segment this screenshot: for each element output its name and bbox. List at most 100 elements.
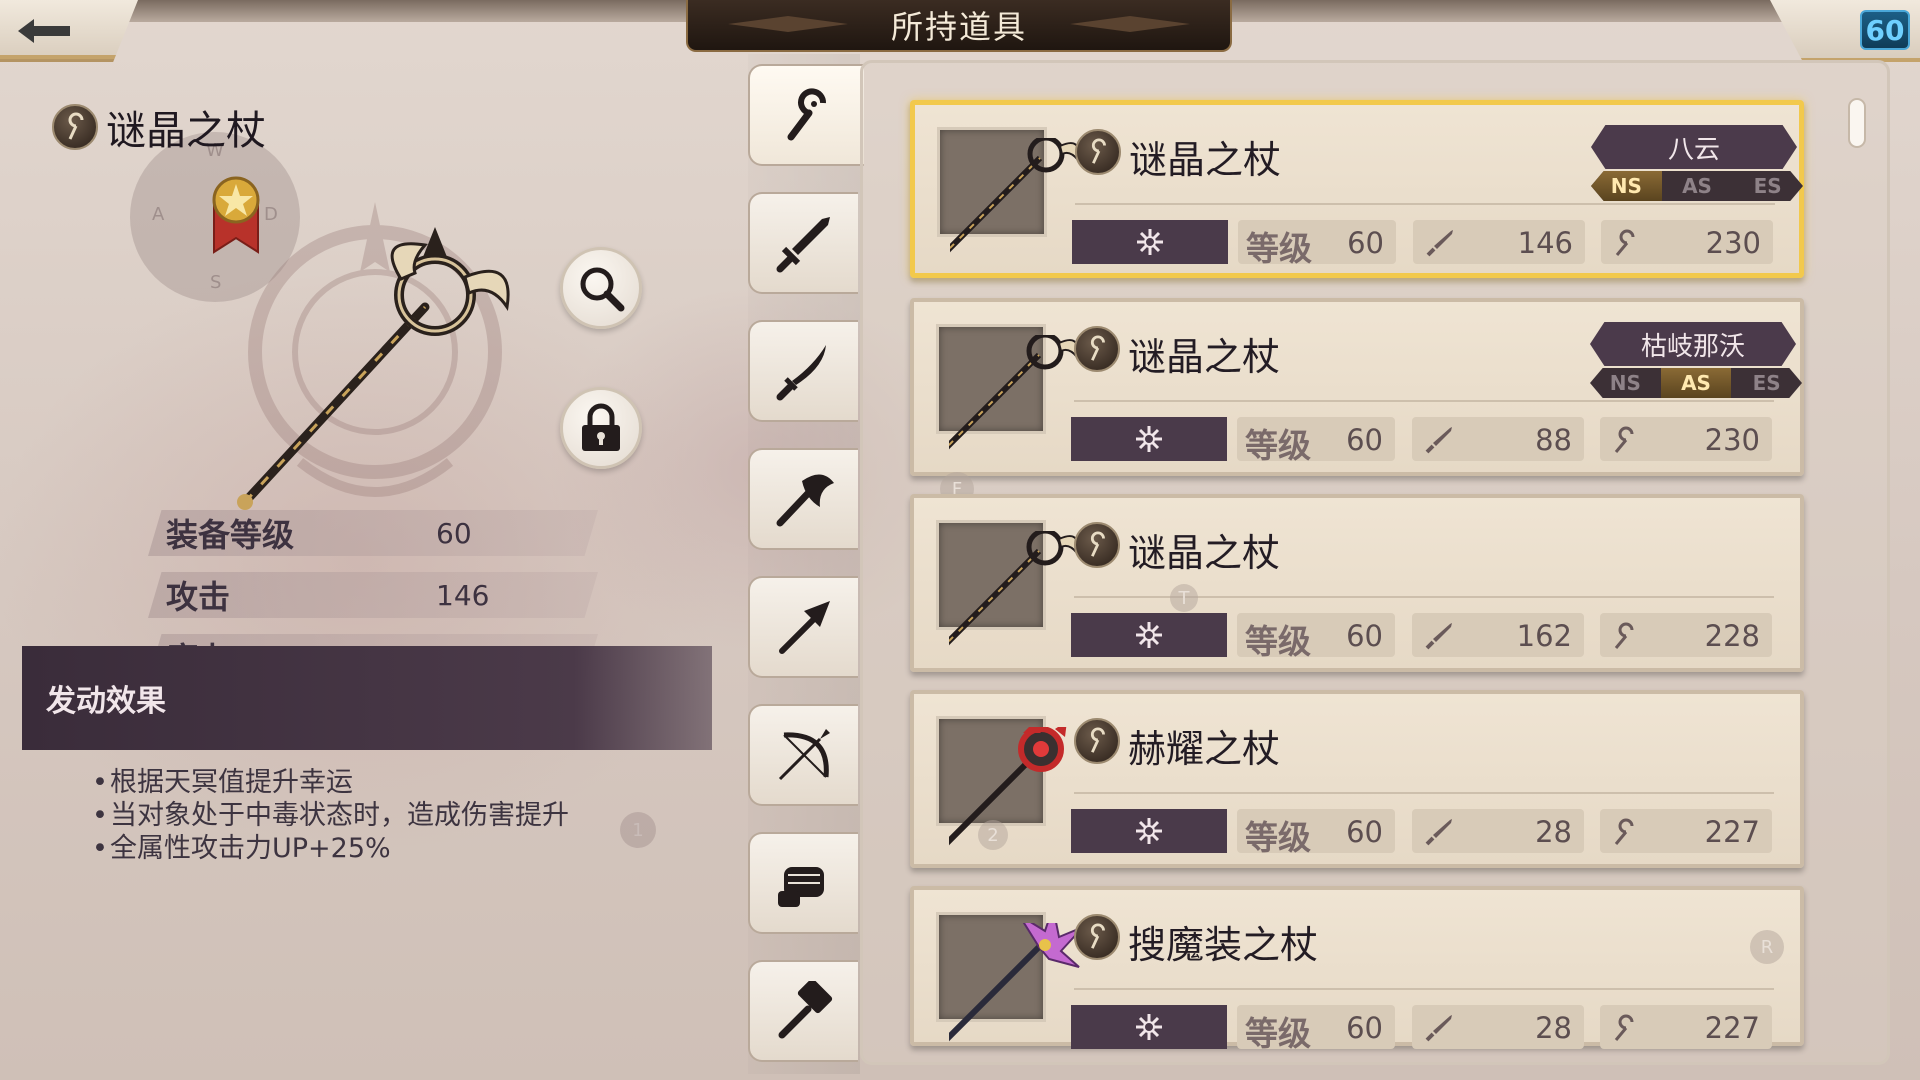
staff-badge-icon	[1074, 522, 1120, 568]
staff-badge-icon	[1074, 718, 1120, 764]
style-tag-as: AS	[1682, 174, 1712, 198]
magic-chip: 228	[1600, 613, 1772, 657]
stat-label: 装备等级	[166, 516, 295, 554]
staff-icon	[1614, 1014, 1634, 1041]
item-card[interactable]: 谜晶之杖 八云 NS AS ES 等级 60 146 230	[910, 100, 1804, 278]
style-tags: NS AS ES	[1590, 368, 1802, 398]
item-name: 谜晶之杖	[1128, 531, 1281, 575]
level-chip: 等级 60	[1237, 613, 1395, 661]
axe-icon	[776, 474, 834, 527]
compass-w: A	[152, 204, 165, 225]
item-name: 谜晶之杖	[1128, 335, 1281, 379]
level-chip: 等级 60	[1238, 220, 1396, 268]
level-label: 等级	[1245, 1014, 1311, 1053]
staff-badge-icon	[52, 104, 98, 150]
faint-hint: T	[1170, 584, 1198, 612]
item-card[interactable]: 搜魔装之杖 等级 60 28 227 R	[910, 886, 1804, 1053]
level-value: 60	[1346, 619, 1383, 653]
level-chip: 等级 60	[1237, 417, 1395, 465]
magic-chip: 230	[1600, 417, 1772, 461]
item-header: 谜晶之杖	[52, 98, 266, 156]
level-value: 60	[1347, 226, 1384, 260]
search-icon	[580, 267, 625, 312]
tab-hammer[interactable]	[748, 960, 858, 1062]
level-value: 60	[1346, 1011, 1383, 1045]
scrollbar-thumb[interactable]	[1848, 98, 1866, 148]
item-name: 搜魔装之杖	[1128, 923, 1319, 967]
tab-fist[interactable]	[748, 832, 858, 934]
staff-badge-icon	[1074, 326, 1120, 372]
tab-axe[interactable]	[748, 448, 858, 550]
sword-icon	[1426, 230, 1453, 257]
hammer-icon	[778, 981, 833, 1039]
staff-badge-icon	[1074, 914, 1120, 960]
item-thumbnail	[937, 127, 1080, 253]
ornament-icon	[728, 16, 848, 32]
style-tag-as: AS	[1660, 368, 1732, 398]
magic-value: 230	[1704, 423, 1760, 457]
item-detail-panel: W A D S 谜晶之杖 装备等级 60 攻击 146 1	[0, 62, 730, 1080]
element-chip	[1071, 1005, 1227, 1049]
divider	[1075, 203, 1775, 205]
item-thumbnail	[936, 324, 1079, 450]
item-name: 谜晶之杖	[106, 108, 266, 154]
sparkle-icon	[1136, 622, 1162, 648]
inspect-button[interactable]	[560, 247, 642, 329]
divider	[1074, 400, 1774, 402]
effect-list: 根据天冥值提升幸运 当对象处于中毒状态时，造成伤害提升 全属性攻击力UP+25%	[92, 766, 569, 865]
spear-icon	[779, 601, 830, 654]
magic-value: 228	[1704, 619, 1760, 653]
item-thumbnail	[936, 912, 1084, 1042]
attack-chip: 28	[1412, 809, 1584, 853]
magic-value: 227	[1704, 815, 1760, 849]
item-name: 赫耀之杖	[1128, 727, 1281, 771]
attack-chip: 146	[1413, 220, 1585, 264]
item-card[interactable]: 谜晶之杖 枯岐那沃 NS AS ES 等级 60 88 230	[910, 298, 1804, 476]
staff-icon	[1614, 622, 1634, 649]
bow-icon	[778, 729, 830, 781]
tab-katana[interactable]	[748, 320, 858, 422]
crystal-staff-icon	[949, 335, 1079, 450]
style-tags: NS AS ES	[1591, 171, 1803, 201]
katana-icon	[776, 345, 826, 401]
item-card[interactable]: 谜晶之杖 等级 60 162 228 T	[910, 494, 1804, 672]
item-thumbnail	[936, 520, 1079, 646]
ornament-icon	[1070, 16, 1190, 32]
lock-button[interactable]	[560, 387, 642, 469]
style-tag-ns: NS	[1609, 371, 1641, 395]
sparkle-icon	[1136, 1014, 1162, 1040]
magic-chip: 227	[1600, 809, 1772, 853]
sparkle-icon	[1136, 818, 1162, 844]
sword-icon	[1425, 427, 1452, 454]
weapon-preview-image	[237, 227, 510, 510]
tab-spear[interactable]	[748, 576, 858, 678]
purple-staff-icon	[949, 923, 1084, 1042]
attack-value: 146	[1517, 226, 1573, 260]
level-label: 等级	[1245, 622, 1311, 661]
item-card[interactable]: 赫耀之杖 等级 60 28 227 2	[910, 690, 1804, 868]
lock-icon	[582, 403, 620, 451]
red-staff-icon	[949, 727, 1067, 846]
staff-icon	[1615, 229, 1635, 256]
owner-tag: 枯岐那沃	[1590, 322, 1796, 366]
fist-icon	[778, 867, 824, 907]
effect-item: 当对象处于中毒状态时，造成伤害提升	[92, 799, 569, 832]
staff-icon	[1614, 818, 1634, 845]
element-chip	[1071, 417, 1227, 461]
magic-chip: 230	[1601, 220, 1773, 264]
tab-sword[interactable]	[748, 192, 858, 294]
element-chip	[1071, 613, 1227, 657]
stat-value: 146	[436, 578, 490, 612]
level-label: 等级	[1245, 818, 1311, 857]
tab-bow[interactable]	[748, 704, 858, 806]
sparkle-icon	[1136, 426, 1162, 452]
tab-staff[interactable]	[748, 64, 864, 166]
page-title: 所持道具	[890, 8, 1027, 46]
attack-value: 28	[1535, 1011, 1572, 1045]
magic-chip: 227	[1600, 1005, 1772, 1049]
effect-header: 发动效果	[22, 646, 712, 750]
style-tag-ns: NS	[1591, 171, 1662, 201]
crystal-staff-icon	[950, 138, 1080, 253]
attack-chip: 88	[1412, 417, 1584, 461]
staff-icon	[787, 88, 826, 141]
